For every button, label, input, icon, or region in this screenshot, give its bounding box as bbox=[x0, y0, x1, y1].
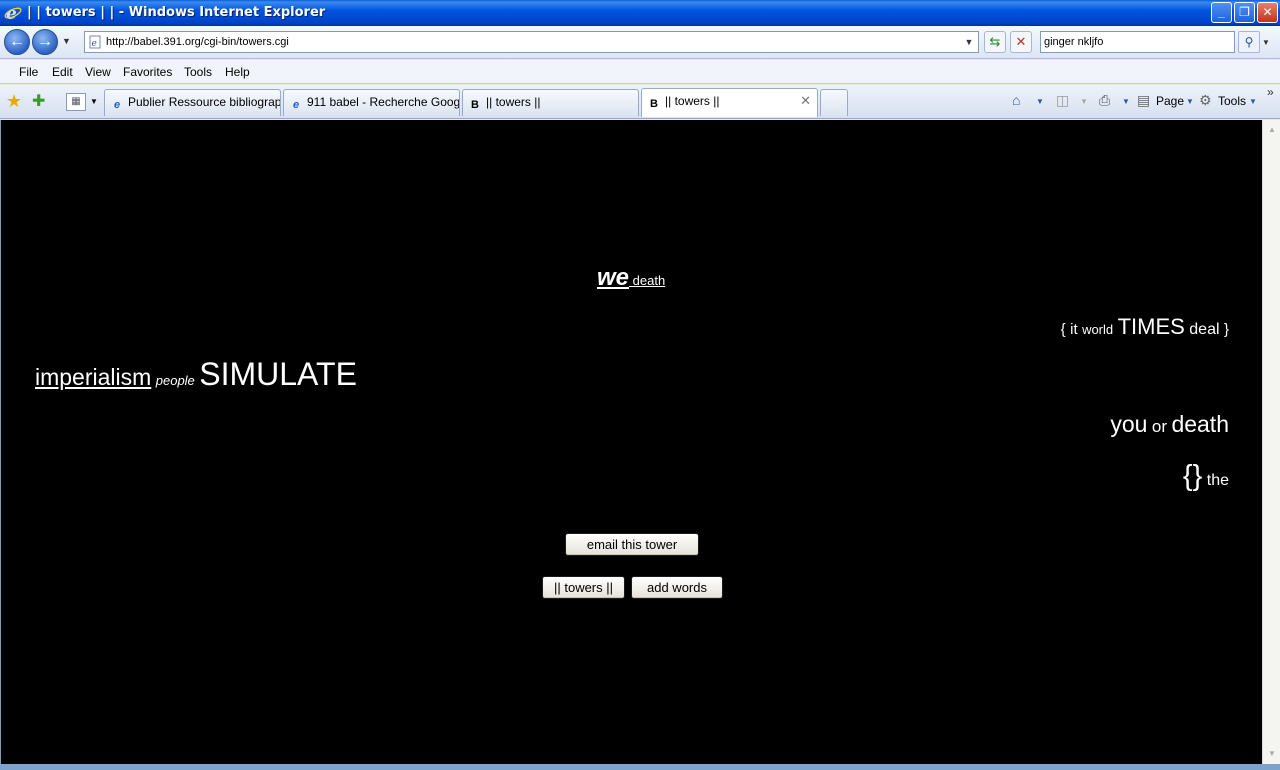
status-bar bbox=[0, 764, 1280, 770]
tower-word: TIMES bbox=[1117, 314, 1185, 339]
menu-tools[interactable]: Tools bbox=[184, 65, 212, 79]
tower-word: {} bbox=[1182, 460, 1203, 492]
tab-list-dropdown-icon[interactable]: ▼ bbox=[90, 97, 98, 106]
tab-label: 911 babel - Recherche Google bbox=[307, 95, 460, 109]
tab-towers-1[interactable]: B || towers || bbox=[462, 89, 639, 116]
refresh-icon: ⇆ bbox=[989, 34, 1001, 49]
page-menu-icon: ▤ bbox=[1137, 92, 1151, 108]
back-button[interactable]: ← bbox=[4, 29, 30, 55]
page-icon: e bbox=[89, 35, 101, 49]
chevron-more-icon[interactable]: » bbox=[1267, 85, 1274, 99]
vertical-scrollbar[interactable]: ▲ ▼ bbox=[1262, 120, 1280, 764]
url-input[interactable] bbox=[106, 33, 956, 51]
scroll-up-icon[interactable]: ▲ bbox=[1265, 123, 1279, 137]
towers-button[interactable]: || towers || bbox=[542, 576, 625, 599]
history-dropdown-icon[interactable]: ▼ bbox=[62, 36, 71, 46]
tower-word: SIMULATE bbox=[199, 356, 357, 392]
search-box[interactable] bbox=[1040, 31, 1235, 53]
new-tab-button[interactable] bbox=[820, 89, 848, 116]
search-input[interactable] bbox=[1041, 32, 1231, 52]
tower-line-3: imperialism people SIMULATE bbox=[35, 356, 357, 393]
tower-line-2: { it world TIMES deal } bbox=[1061, 314, 1229, 340]
tower-word: world bbox=[1082, 322, 1114, 337]
tab-towers-active[interactable]: B || towers || ✕ bbox=[641, 88, 818, 117]
maximize-button[interactable]: ❐ bbox=[1234, 2, 1255, 23]
add-words-button[interactable]: add words bbox=[631, 576, 723, 599]
page-content: we death { it world TIMES deal } imperia… bbox=[0, 120, 1262, 764]
stop-icon: ✕ bbox=[1015, 34, 1027, 49]
print-dropdown-icon[interactable]: ▼ bbox=[1122, 97, 1130, 106]
menu-view[interactable]: View bbox=[85, 65, 111, 79]
window-title: | | towers | | - Windows Internet Explor… bbox=[27, 5, 326, 20]
tab-label: || towers || bbox=[665, 94, 720, 108]
tower-word: { bbox=[1060, 321, 1066, 338]
stop-button[interactable]: ✕ bbox=[1010, 31, 1032, 53]
tower-word: people bbox=[155, 373, 195, 388]
back-arrow-icon: ← bbox=[9, 33, 25, 50]
tower-word: it bbox=[1070, 321, 1078, 338]
address-toolbar: ← → ▼ e ▼ ⇆ ✕ ⚲ ▼ bbox=[0, 26, 1280, 59]
tower-word: or bbox=[1151, 417, 1167, 436]
email-tower-button[interactable]: email this tower bbox=[565, 533, 699, 556]
tab-label: || towers || bbox=[486, 95, 541, 109]
tower-line-4: you or death bbox=[1110, 411, 1229, 438]
ie-page-icon: e bbox=[292, 99, 300, 111]
address-bar[interactable]: e ▼ bbox=[84, 31, 979, 53]
minimize-button[interactable]: _ bbox=[1211, 2, 1232, 23]
quick-tabs-button[interactable]: ▦ bbox=[66, 93, 86, 111]
tower-word-link[interactable]: death bbox=[633, 273, 666, 288]
search-options-dropdown-icon[interactable]: ▼ bbox=[1262, 38, 1270, 47]
tower-word-link[interactable]: imperialism bbox=[35, 364, 151, 390]
scroll-down-icon[interactable]: ▼ bbox=[1265, 747, 1279, 761]
tab-google[interactable]: e 911 babel - Recherche Google bbox=[283, 89, 460, 116]
tower-word: deal bbox=[1189, 321, 1220, 338]
tower-line-1: we death bbox=[597, 264, 665, 292]
tab-bar: ★ ✚ ▦ ▼ e Publier Ressource bibliograph..… bbox=[0, 85, 1280, 119]
feeds-dropdown-icon[interactable]: ▼ bbox=[1080, 97, 1088, 106]
address-dropdown-icon[interactable]: ▼ bbox=[962, 34, 976, 50]
gear-icon: ⚙ bbox=[1199, 92, 1212, 108]
ie-page-icon: e bbox=[113, 99, 121, 111]
tower-word-link[interactable]: we bbox=[597, 264, 629, 291]
title-bar: e | | towers | | - Windows Internet Expl… bbox=[0, 0, 1280, 26]
search-icon: ⚲ bbox=[1244, 35, 1254, 49]
tower-word: } bbox=[1223, 321, 1229, 338]
tab-label: Publier Ressource bibliograph... bbox=[128, 95, 281, 109]
quick-tabs-icon: ▦ bbox=[71, 96, 81, 107]
ie-logo-icon: e bbox=[4, 4, 22, 22]
favorites-center-icon[interactable]: ★ bbox=[6, 91, 22, 112]
add-favorite-icon[interactable]: ✚ bbox=[32, 91, 45, 111]
tab-publier[interactable]: e Publier Ressource bibliograph... bbox=[104, 89, 281, 116]
tower-word: you bbox=[1110, 411, 1148, 437]
page-menu-button[interactable]: Page bbox=[1156, 94, 1184, 108]
tower-word: death bbox=[1171, 411, 1229, 437]
menu-help[interactable]: Help bbox=[225, 65, 250, 79]
close-button[interactable]: ✕ bbox=[1257, 2, 1278, 23]
tools-dropdown-icon[interactable]: ▼ bbox=[1249, 97, 1257, 106]
home-dropdown-icon[interactable]: ▼ bbox=[1036, 97, 1044, 106]
forward-arrow-icon: → bbox=[37, 33, 53, 50]
tower-word: the bbox=[1206, 472, 1229, 489]
print-icon[interactable]: ⎙ bbox=[1099, 92, 1110, 109]
feeds-icon[interactable]: ◫ bbox=[1056, 92, 1069, 109]
babel-site-icon: B bbox=[650, 98, 658, 110]
tools-menu-button[interactable]: Tools bbox=[1218, 94, 1246, 108]
tower-line-5: {} the bbox=[1183, 460, 1229, 493]
menu-file[interactable]: File bbox=[19, 65, 38, 79]
page-dropdown-icon[interactable]: ▼ bbox=[1186, 97, 1194, 106]
forward-button[interactable]: → bbox=[32, 29, 58, 55]
menu-bar: File Edit View Favorites Tools Help bbox=[0, 60, 1280, 84]
home-icon[interactable]: ⌂ bbox=[1012, 92, 1020, 108]
search-go-button[interactable]: ⚲ bbox=[1238, 31, 1260, 53]
menu-edit[interactable]: Edit bbox=[52, 65, 73, 79]
refresh-button[interactable]: ⇆ bbox=[984, 31, 1006, 53]
svg-text:e: e bbox=[92, 39, 97, 49]
menu-favorites[interactable]: Favorites bbox=[123, 65, 172, 79]
close-tab-icon[interactable]: ✕ bbox=[800, 89, 811, 113]
babel-site-icon: B bbox=[471, 99, 479, 111]
